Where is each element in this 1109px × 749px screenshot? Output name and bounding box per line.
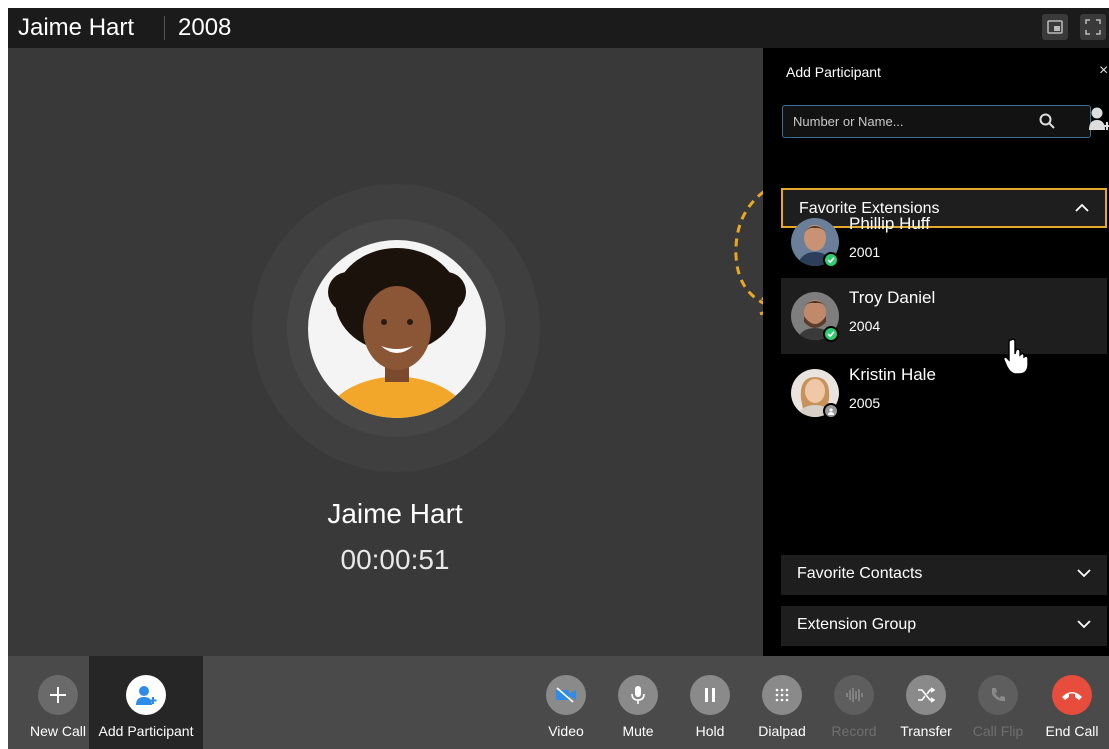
add-participant-panel: Add Participant × Favorite Extensions Ph… (763, 48, 1109, 656)
contact-item[interactable]: Phillip Huff 2001 (781, 204, 1107, 280)
dialpad-icon (762, 675, 802, 715)
picture-in-picture-button[interactable] (1042, 14, 1068, 40)
new-call-label: New Call (29, 723, 86, 739)
add-participant-label: Add Participant (98, 723, 194, 739)
dialpad-label: Dialpad (758, 723, 806, 739)
search-box (782, 105, 1091, 138)
video-label: Video (548, 723, 584, 739)
microphone-icon (618, 675, 658, 715)
pause-icon (690, 675, 730, 715)
transfer-label: Transfer (900, 723, 952, 739)
contact-name: Troy Daniel (849, 288, 936, 307)
new-call-button[interactable]: New Call (16, 656, 100, 749)
transfer-button[interactable]: Transfer (898, 656, 954, 749)
hold-label: Hold (695, 723, 725, 739)
chevron-down-icon (1077, 569, 1091, 578)
record-label: Record (831, 723, 877, 739)
video-button[interactable]: Video (538, 656, 594, 749)
available-status-icon (823, 326, 839, 342)
section-label: Extension Group (797, 616, 917, 633)
contact-extension: 2005 (849, 395, 881, 411)
transfer-icon (906, 675, 946, 715)
offline-status-icon (823, 403, 839, 419)
plus-icon (38, 675, 78, 715)
add-participant-icon (126, 675, 166, 715)
mute-button[interactable]: Mute (610, 656, 666, 749)
hold-button[interactable]: Hold (682, 656, 738, 749)
title-caller-name: Jaime Hart (18, 14, 135, 41)
call-action-bar: New Call Add Participant Video Mute Hold (8, 656, 1109, 749)
available-status-icon (823, 252, 839, 268)
fullscreen-button[interactable] (1080, 14, 1106, 40)
search-icon[interactable] (1039, 113, 1055, 129)
dialpad-button[interactable]: Dialpad (754, 656, 810, 749)
title-bar: Jaime Hart 2008 (8, 8, 1109, 48)
section-extension-group[interactable]: Extension Group (781, 606, 1107, 646)
mute-label: Mute (622, 723, 654, 739)
panel-title: Add Participant (786, 64, 881, 80)
record-waveform-icon (834, 675, 874, 715)
fullscreen-icon (1085, 19, 1101, 35)
contact-name: Phillip Huff (849, 214, 930, 233)
call-stage: Jaime Hart 00:00:51 (8, 48, 763, 656)
end-call-button[interactable]: End Call (1041, 656, 1103, 749)
section-label: Favorite Contacts (797, 565, 923, 582)
chevron-down-icon (1077, 620, 1091, 629)
caller-name: Jaime Hart (327, 498, 463, 529)
add-participant-button[interactable]: Add Participant (89, 656, 203, 749)
title-extension: 2008 (178, 14, 232, 41)
section-favorite-contacts[interactable]: Favorite Contacts (781, 555, 1107, 595)
contact-extension: 2001 (849, 244, 881, 260)
call-window: Jaime Hart 2008 Jaime Hart 00:00:51 Add … (8, 8, 1109, 749)
record-button[interactable]: Record (826, 656, 882, 749)
call-duration: 00:00:51 (340, 544, 450, 575)
contact-name: Kristin Hale (849, 365, 936, 384)
hang-up-icon (1052, 675, 1092, 715)
contact-item[interactable]: Troy Daniel 2004 (781, 278, 1107, 354)
title-divider (164, 16, 165, 40)
contact-extension: 2004 (849, 318, 881, 334)
picture-in-picture-icon (1047, 20, 1063, 34)
caller-avatar (308, 240, 486, 418)
call-flip-icon (978, 675, 1018, 715)
video-off-icon (546, 675, 586, 715)
close-icon[interactable]: × (1099, 62, 1108, 80)
hand-cursor-icon (1003, 338, 1029, 375)
call-flip-button[interactable]: Call Flip (970, 656, 1026, 749)
call-flip-label: Call Flip (972, 723, 1024, 739)
contact-item[interactable]: Kristin Hale 2005 (781, 355, 1107, 431)
add-contact-icon[interactable] (1088, 106, 1109, 132)
end-call-label: End Call (1045, 723, 1099, 739)
search-input[interactable] (793, 106, 1033, 137)
